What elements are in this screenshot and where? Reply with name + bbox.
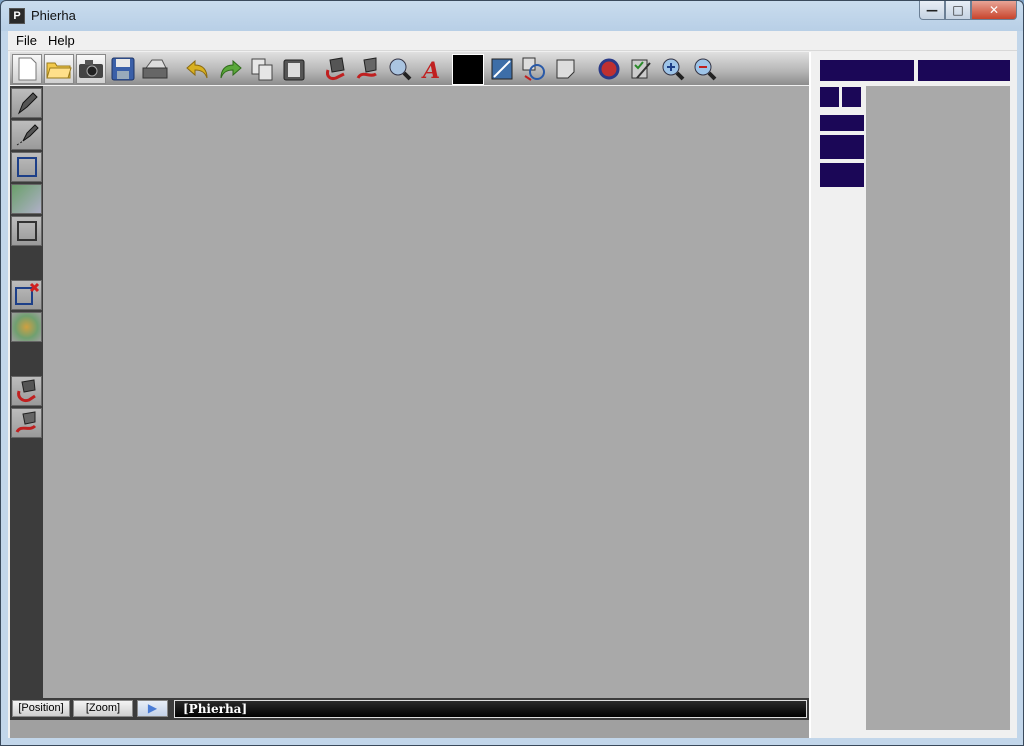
- resize-image-icon[interactable]: [487, 54, 517, 84]
- gradient-icon[interactable]: [11, 184, 42, 214]
- copy-icon[interactable]: [247, 54, 277, 84]
- undo-icon[interactable]: [183, 54, 213, 84]
- bottom-strip: [10, 720, 809, 738]
- paint-bucket-alt-icon[interactable]: [353, 54, 383, 84]
- panel-preview-area: [866, 86, 1010, 730]
- title-bar[interactable]: P Phierha — □ ✕: [1, 1, 1023, 31]
- layers-panel: [809, 52, 1017, 738]
- transparency-icon[interactable]: [11, 312, 42, 342]
- paint-bucket-icon[interactable]: [321, 54, 351, 84]
- zoom-button[interactable]: [Zoom]: [73, 700, 133, 717]
- drawing-canvas[interactable]: [43, 86, 809, 699]
- print-icon[interactable]: [140, 54, 170, 84]
- note-icon[interactable]: [551, 54, 581, 84]
- color-swatch[interactable]: [452, 54, 484, 85]
- paste-icon[interactable]: [279, 54, 309, 84]
- rotate-icon[interactable]: [519, 54, 549, 84]
- menu-file[interactable]: File: [16, 33, 37, 48]
- panel-button-2[interactable]: [918, 60, 1010, 81]
- color-sphere-icon[interactable]: [594, 54, 624, 84]
- panel-button-4[interactable]: [820, 135, 864, 159]
- rectangle-select-icon[interactable]: [11, 152, 42, 182]
- tool-strip: [10, 86, 43, 699]
- magnifier-icon[interactable]: [385, 54, 415, 84]
- zoom-out-icon[interactable]: [690, 54, 720, 84]
- svg-text:A: A: [421, 58, 440, 81]
- window-title: Phierha: [31, 8, 76, 23]
- main-toolbar: A: [10, 52, 809, 85]
- rectangle-frame-icon[interactable]: [11, 216, 42, 246]
- client-area: File Help A [Position] [Zoom] ▶ [Phierha…: [8, 31, 1017, 738]
- redo-icon[interactable]: [215, 54, 245, 84]
- text-a-icon[interactable]: A: [417, 54, 447, 84]
- panel-button-5[interactable]: [820, 163, 864, 187]
- open-folder-icon[interactable]: [44, 54, 74, 84]
- pen-dotted-icon[interactable]: [11, 120, 42, 150]
- app-window: P Phierha — □ ✕ File Help A [Position] […: [0, 0, 1024, 746]
- play-button[interactable]: ▶: [137, 700, 168, 717]
- menu-bar: File Help: [8, 31, 1017, 51]
- panel-button-3[interactable]: [820, 115, 864, 131]
- pen-tool-icon[interactable]: [11, 88, 42, 118]
- clear-selection-icon[interactable]: [11, 280, 42, 310]
- status-bar: [Position] [Zoom] ▶ [Phierha]: [10, 698, 809, 720]
- menu-help[interactable]: Help: [48, 33, 75, 48]
- fill-bucket-icon[interactable]: [11, 376, 42, 406]
- new-document-icon[interactable]: [12, 54, 42, 84]
- panel-button-small-2[interactable]: [842, 87, 861, 107]
- maximize-button[interactable]: □: [945, 1, 971, 20]
- position-button[interactable]: [Position]: [12, 700, 70, 717]
- panel-button-1[interactable]: [820, 60, 914, 81]
- zoom-in-icon[interactable]: [658, 54, 688, 84]
- save-disk-icon[interactable]: [108, 54, 138, 84]
- status-message: [Phierha]: [174, 700, 807, 718]
- minimize-button[interactable]: —: [919, 1, 945, 20]
- camera-icon[interactable]: [76, 54, 106, 84]
- panel-button-small-1[interactable]: [820, 87, 839, 107]
- checklist-icon[interactable]: [626, 54, 656, 84]
- fill-bucket-alt-icon[interactable]: [11, 408, 42, 438]
- close-button[interactable]: ✕: [971, 1, 1017, 20]
- app-icon: P: [9, 8, 25, 24]
